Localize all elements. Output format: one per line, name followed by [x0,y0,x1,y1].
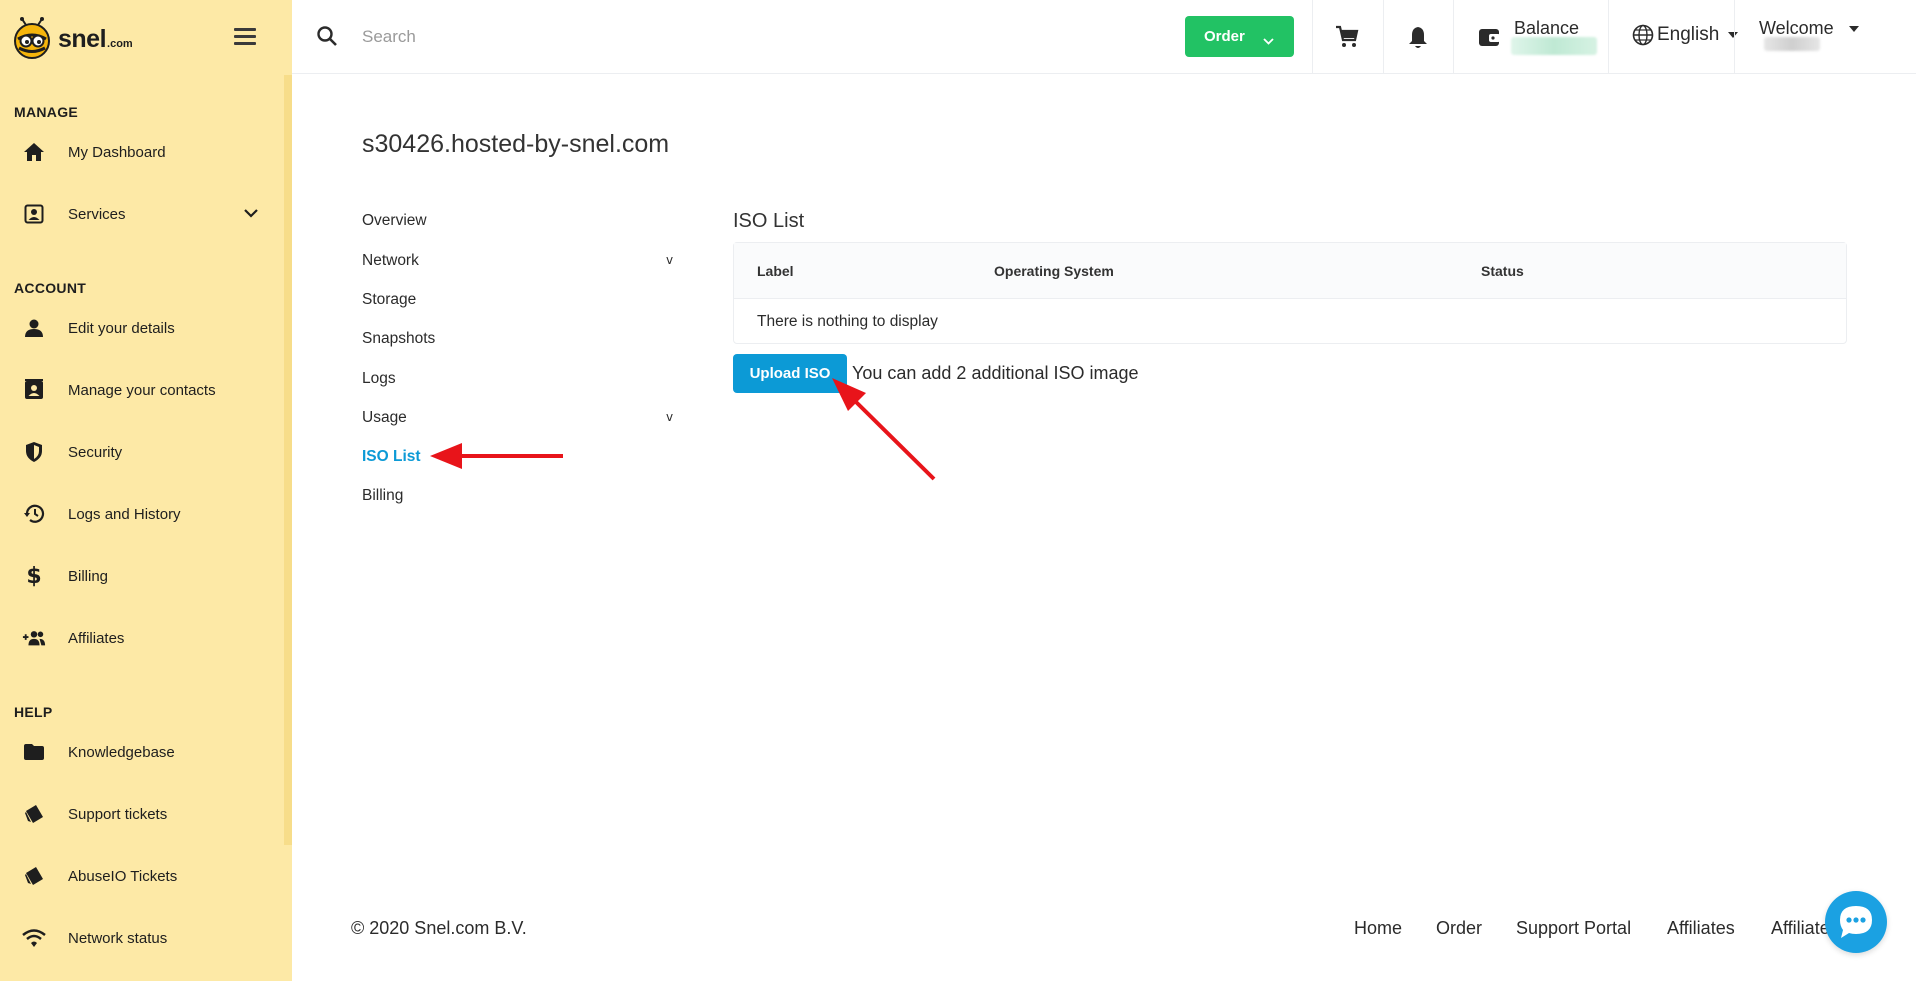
balance-label: Balance [1514,18,1580,38]
subnav-usage[interactable]: Usage [362,409,407,427]
balance-value-redacted [1511,37,1597,55]
sidebar-item-contacts[interactable]: Manage your contacts [0,366,284,414]
divider [1383,0,1384,74]
copyright-text: © 2020 Snel.com B.V. [351,918,527,938]
folder-icon [22,740,46,764]
iso-table: Label Operating System Status There is n… [733,242,1847,344]
sidebar-item-support-tickets[interactable]: Support tickets [0,790,284,838]
sidebar-item-billing[interactable]: $ Billing [0,552,284,600]
history-icon [22,502,46,526]
footer-link-affiliates[interactable]: Affiliates [1667,918,1735,939]
page-title: s30426.hosted-by-snel.com [362,130,670,158]
sidebar-item-label: My Dashboard [68,143,166,161]
arrow-to-iso-list-icon [430,443,563,469]
footer-link-order[interactable]: Order [1436,918,1482,939]
upload-iso-button[interactable]: Upload ISO [733,354,847,393]
brand-suffix: .com [107,38,133,50]
sidebar-item-label: Manage your contacts [68,381,216,399]
subnav-storage[interactable]: Storage [362,291,416,309]
bee-logo-icon [10,17,54,61]
subnav-overview[interactable]: Overview [362,212,427,230]
subnav-billing[interactable]: Billing [362,487,403,505]
person-icon [22,316,46,340]
bell-icon[interactable] [1408,25,1428,54]
iso-quota-note: You can add 2 additional ISO image [852,363,1139,383]
sidebar-item-label: Support tickets [68,805,168,823]
language-selector[interactable]: English [1632,24,1739,46]
contact-card-icon [22,202,46,226]
arrow-to-upload-button-icon [832,378,936,481]
shield-icon [22,440,46,464]
table-header: Label Operating System Status [734,243,1846,299]
divider [1312,0,1313,74]
subnav-logs[interactable]: Logs [362,370,396,388]
sidebar-item-security[interactable]: Security [0,428,284,476]
sidebar-item-label: Network status [68,929,168,947]
sidebar-item-dashboard[interactable]: My Dashboard [0,128,284,176]
search-input[interactable] [362,22,962,52]
chevron-down-icon [1263,32,1274,49]
logo[interactable]: snel .com [10,14,133,64]
order-button[interactable]: Order [1185,16,1294,57]
sidebar: snel .com MANAGE My Dashboard Services A… [0,0,292,981]
wifi-icon [22,926,46,950]
sidebar-item-label: AbuseIO Tickets [68,867,178,885]
contacts-book-icon [22,378,46,402]
section-account: ACCOUNT [14,280,87,296]
divider [1608,0,1609,74]
sidebar-item-label: Knowledgebase [68,743,175,761]
order-button-label: Order [1204,28,1245,45]
globe-icon [1632,24,1654,46]
empty-state-text: There is nothing to display [757,313,938,330]
sidebar-item-label: Affiliates [68,629,125,647]
column-status[interactable]: Status [1481,263,1524,279]
chat-icon[interactable] [1825,891,1887,953]
sidebar-item-edit-details[interactable]: Edit your details [0,304,284,352]
divider [1734,0,1735,74]
sidebar-item-knowledgebase[interactable]: Knowledgebase [0,728,284,776]
wallet-icon[interactable] [1478,27,1500,52]
divider [1453,0,1454,74]
column-operating-system[interactable]: Operating System [994,263,1114,279]
ticket-icon [22,864,46,888]
username-redacted [1764,37,1820,51]
subnav-snapshots[interactable]: Snapshots [362,330,435,348]
column-label[interactable]: Label [757,263,794,279]
search-icon[interactable] [316,25,338,52]
sidebar-item-services[interactable]: Services [0,190,284,238]
sidebar-item-affiliates[interactable]: Affiliates [0,614,284,662]
welcome-label: Welcome [1759,18,1834,38]
section-manage: MANAGE [14,104,79,120]
dollar-icon: $ [26,563,42,589]
footer-link-home[interactable]: Home [1354,918,1402,939]
sidebar-item-label: Services [68,205,126,223]
sidebar-item-label: Security [68,443,123,461]
subnav-iso-list[interactable]: ISO List [362,448,421,466]
upload-iso-label: Upload ISO [749,365,831,382]
menu-toggle-icon[interactable] [234,28,256,45]
cart-icon[interactable] [1335,25,1359,54]
iso-list-heading: ISO List [733,210,805,232]
add-people-icon [22,626,46,650]
sidebar-item-abuseio-tickets[interactable]: AbuseIO Tickets [0,852,284,900]
sidebar-item-network-status[interactable]: Network status [0,914,284,962]
language-label: English [1657,24,1720,45]
brand-name: snel [58,24,107,53]
sidebar-item-label: Billing [68,567,109,585]
home-icon [22,140,46,164]
top-bar: Order Balance English Welcome [292,0,1916,74]
caret-down-icon [1848,26,1859,33]
ticket-icon [22,802,46,826]
chevron-down-icon[interactable] [244,205,258,223]
sidebar-item-label: Logs and History [68,505,181,523]
sidebar-item-logs-history[interactable]: Logs and History [0,490,284,538]
footer-link-support-portal[interactable]: Support Portal [1516,918,1631,939]
sidebar-scrollbar[interactable] [284,75,292,845]
subnav-usage-chevron-icon[interactable]: v [666,410,673,424]
sidebar-item-label: Edit your details [68,319,175,337]
subnav-network-chevron-icon[interactable]: v [666,253,673,267]
section-help: HELP [14,704,53,720]
user-menu[interactable]: Welcome [1759,18,1859,39]
subnav-network[interactable]: Network [362,252,419,270]
